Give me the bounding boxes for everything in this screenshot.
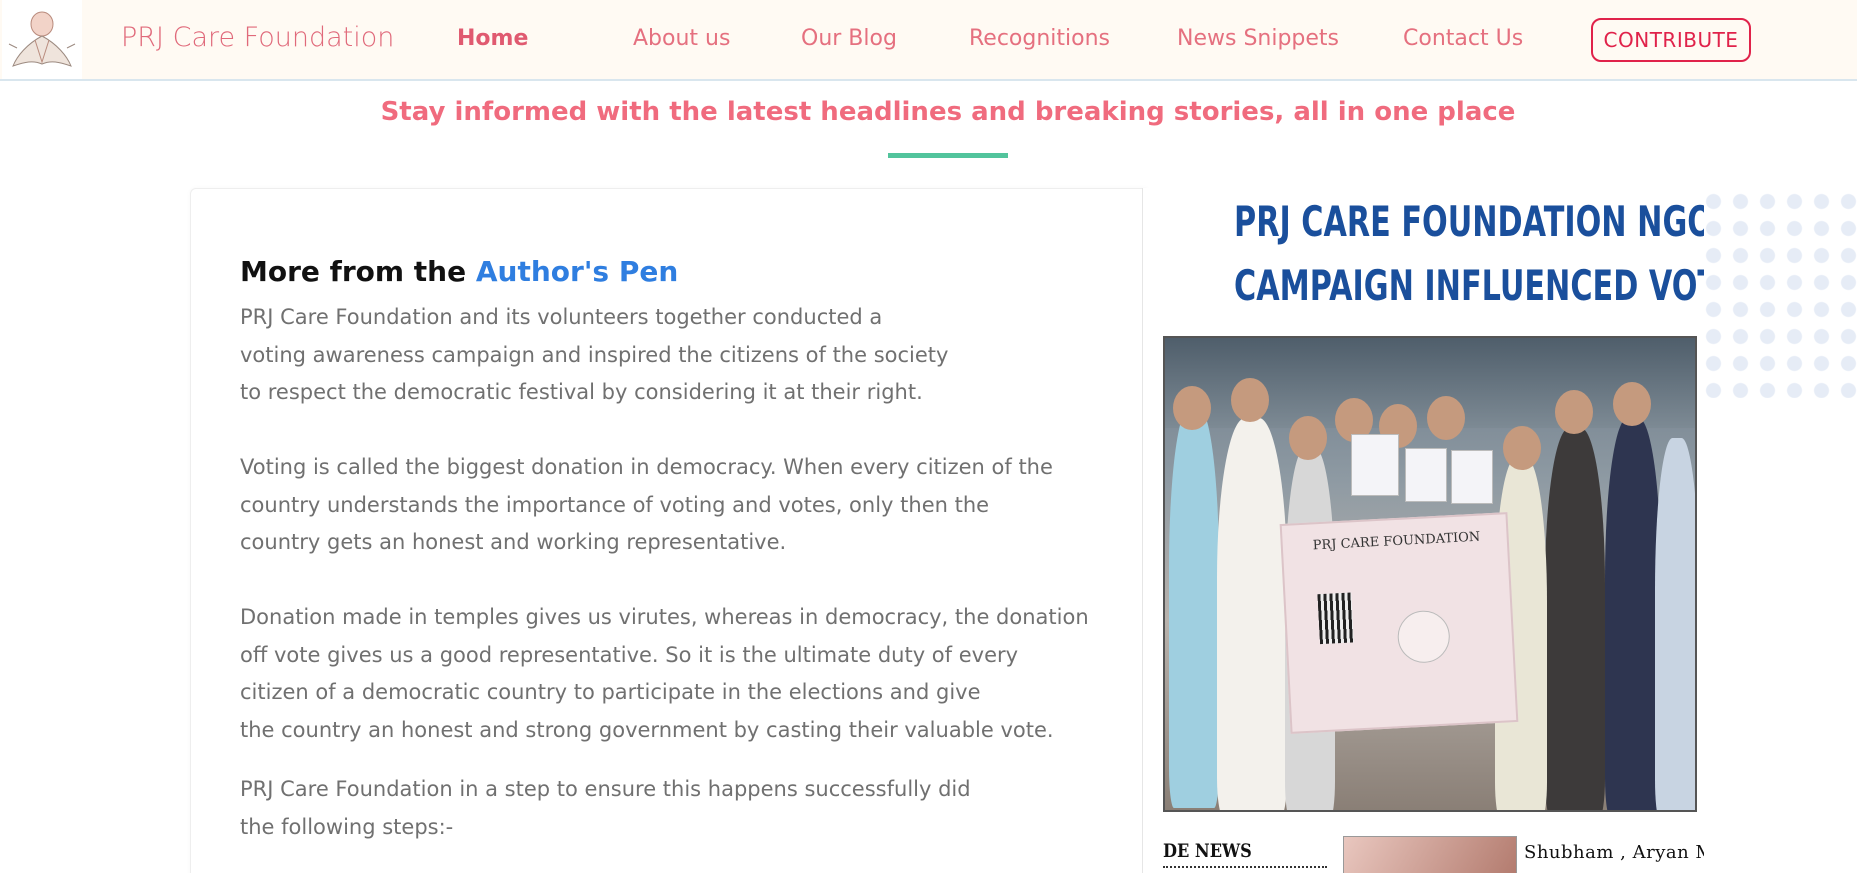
person-head bbox=[1427, 396, 1465, 440]
paragraph-line: Donation made in temples gives us virute… bbox=[240, 605, 1089, 629]
paragraph-line: the country an honest and strong governm… bbox=[240, 717, 1054, 742]
foundation-banner: PRJ CARE FOUNDATION bbox=[1279, 512, 1519, 734]
paragraph-line: Voting is called the biggest donation in… bbox=[240, 455, 1053, 479]
article-paragraph-2: Voting is called the biggest donation in… bbox=[240, 449, 1053, 562]
person-figure bbox=[1217, 418, 1287, 810]
person-figure bbox=[1655, 438, 1695, 810]
paragraph-line: country gets an honest and working repre… bbox=[240, 530, 787, 554]
brand-name[interactable]: PRJ Care Foundation bbox=[121, 22, 394, 53]
person-figure bbox=[1545, 428, 1605, 810]
article-paragraph-4: PRJ Care Foundation in a step to ensure … bbox=[240, 771, 971, 846]
news-clipping: PRJ CARE FOUNDATION NGO VOTER AWARENESS … bbox=[1142, 188, 1704, 873]
clipping-thumbnail bbox=[1343, 836, 1517, 873]
person-head bbox=[1555, 390, 1593, 434]
nav-contact-us[interactable]: Contact Us bbox=[1403, 26, 1523, 51]
qr-code-icon bbox=[1317, 592, 1354, 645]
nav-news-snippets[interactable]: News Snippets bbox=[1177, 26, 1339, 51]
paragraph-line: country understands the importance of vo… bbox=[240, 492, 990, 517]
angel-logo-icon bbox=[8, 11, 76, 67]
person-figure bbox=[1605, 418, 1661, 810]
placard bbox=[1451, 450, 1493, 504]
paragraph-line: to respect the democratic festival by co… bbox=[240, 380, 923, 404]
person-head bbox=[1173, 386, 1211, 430]
clipping-headline-line: PRJ CARE FOUNDATION NGO VOTER AWARENESS bbox=[1234, 197, 1704, 246]
article-paragraph-3: Donation made in temples gives us virute… bbox=[240, 599, 1089, 749]
nav-recognitions[interactable]: Recognitions bbox=[969, 26, 1110, 51]
campaign-photo: PRJ CARE FOUNDATION bbox=[1163, 336, 1697, 812]
person-head bbox=[1613, 382, 1651, 426]
paragraph-line: the following steps:- bbox=[240, 814, 454, 839]
heading-prefix: More from the bbox=[240, 255, 476, 288]
placard bbox=[1405, 448, 1447, 502]
paragraph-line: PRJ Care Foundation in a step to ensure … bbox=[240, 777, 971, 801]
person-head bbox=[1231, 378, 1269, 422]
paragraph-line: off vote gives us a good representative.… bbox=[240, 642, 1019, 667]
tagline-underline bbox=[888, 153, 1008, 158]
paragraph-line: citizen of a democratic country to parti… bbox=[240, 680, 981, 704]
banner-title: PRJ CARE FOUNDATION bbox=[1312, 529, 1481, 554]
heading-accent: Author's Pen bbox=[475, 255, 679, 288]
person-head bbox=[1503, 426, 1541, 470]
nav-home[interactable]: Home bbox=[457, 26, 528, 51]
article-paragraph-1: PRJ Care Foundation and its volunteers t… bbox=[240, 299, 948, 412]
navbar: PRJ Care Foundation Home About us Our Bl… bbox=[0, 0, 1857, 81]
section-tagline: Stay informed with the latest headlines … bbox=[380, 97, 1516, 127]
nav-our-blog[interactable]: Our Blog bbox=[801, 26, 897, 51]
nav-about-us[interactable]: About us bbox=[633, 26, 730, 51]
paragraph-line: voting awareness campaign and inspired t… bbox=[240, 342, 949, 367]
person-figure bbox=[1169, 408, 1219, 808]
placard bbox=[1351, 434, 1399, 496]
clipping-headline-line: CAMPAIGN INFLUENCED VOTERS bbox=[1234, 261, 1704, 310]
logo[interactable] bbox=[2, 0, 82, 79]
clipping-headline: PRJ CARE FOUNDATION NGO VOTER AWARENESS … bbox=[1234, 190, 1704, 318]
banner-emblem-icon bbox=[1396, 609, 1452, 665]
decorative-dots bbox=[1700, 188, 1857, 398]
clipping-caption: Shubham , Aryan Mahajan, bbox=[1524, 842, 1704, 863]
person-head bbox=[1289, 416, 1327, 460]
clipping-section-label: DE NEWS bbox=[1163, 840, 1252, 862]
clipping-divider bbox=[1163, 865, 1327, 868]
article-heading: More from the Author's Pen bbox=[240, 255, 678, 288]
contribute-button[interactable]: CONTRIBUTE bbox=[1591, 18, 1751, 62]
paragraph-line: PRJ Care Foundation and its volunteers t… bbox=[240, 305, 883, 329]
